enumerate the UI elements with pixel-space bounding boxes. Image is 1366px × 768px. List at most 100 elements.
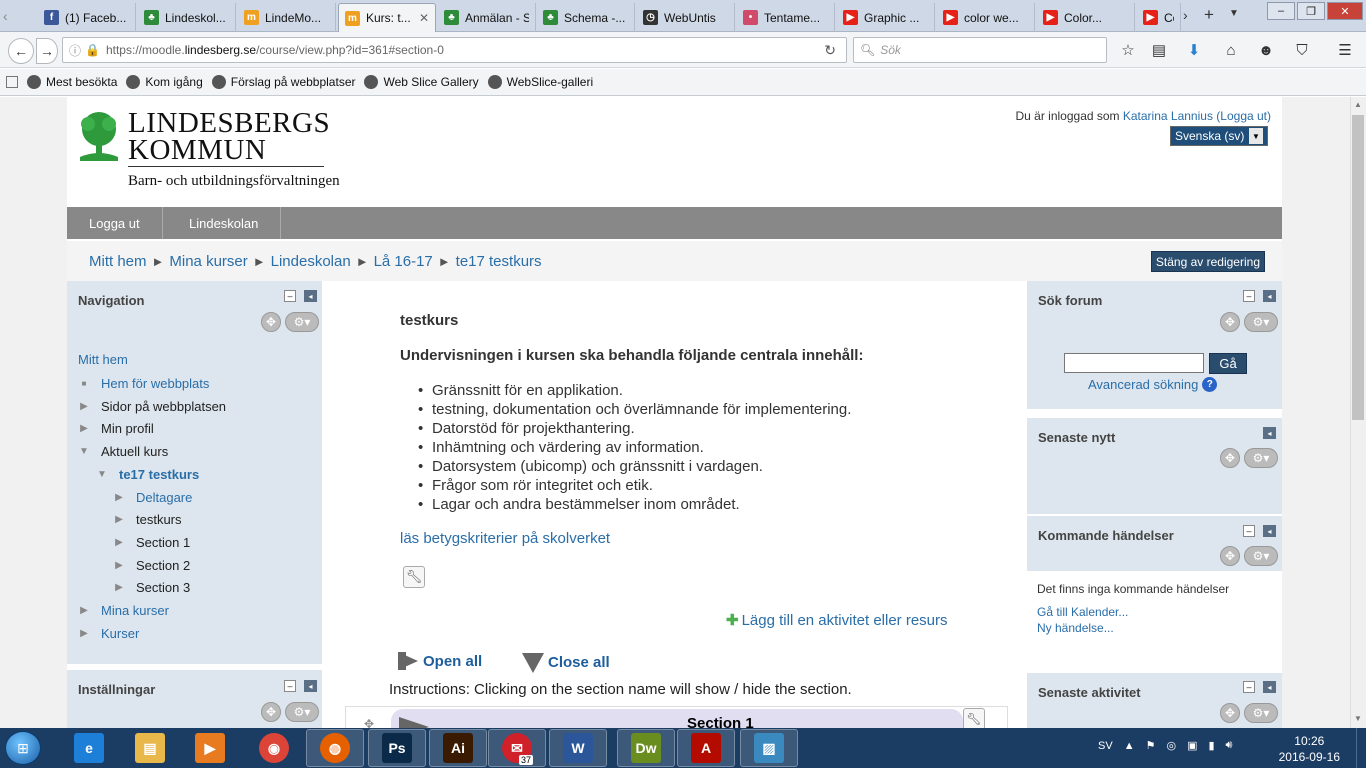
back-button[interactable]: ← — [8, 38, 34, 64]
device-icon[interactable]: ▣ — [1187, 739, 1197, 752]
nav-home-link[interactable]: Mitt hem — [78, 352, 128, 367]
gear-icon[interactable]: ⚙▾ — [285, 702, 319, 722]
move-icon[interactable]: ✥ — [1220, 448, 1240, 468]
nav-item[interactable]: ▼ te17 testkurs — [96, 467, 199, 482]
taskbar-app[interactable]: ▶ — [181, 729, 239, 767]
calendar-link[interactable]: Gå till Kalender... — [1037, 605, 1128, 619]
close-window-button[interactable]: ✕ — [1327, 2, 1363, 20]
taskbar-app[interactable]: ◍ — [306, 729, 364, 767]
nav-item[interactable]: ▶ Section 1 — [113, 535, 190, 550]
new-event-link[interactable]: Ny händelse... — [1037, 621, 1114, 635]
taskbar-app[interactable]: A — [677, 729, 735, 767]
info-icon[interactable]: ⓘ — [69, 42, 81, 59]
help-icon[interactable]: ? — [1202, 377, 1218, 392]
nav-item[interactable]: ▶ Kurser — [78, 626, 139, 641]
taskbar-app[interactable]: Ai — [429, 729, 487, 767]
move-icon[interactable]: ✥ — [261, 312, 281, 332]
nav-item[interactable]: ▶ Section 3 — [113, 580, 190, 595]
breadcrumb-item[interactable]: Lå 16-17 — [374, 253, 433, 270]
tab-11[interactable]: ▶ Co — [1137, 3, 1181, 32]
nav-item[interactable]: ■ Hem för webbplats — [78, 376, 210, 391]
close-tab-icon[interactable]: ✕ — [419, 11, 429, 25]
breadcrumb-item[interactable]: Lindeskolan — [271, 253, 351, 270]
volume-icon[interactable]: 🔊︎ — [1226, 739, 1233, 752]
wrench-icon[interactable]: 🔧︎ — [963, 708, 985, 728]
gear-icon[interactable]: ⚙▾ — [1244, 312, 1278, 332]
signal-icon[interactable]: ▮ — [1208, 739, 1214, 752]
nav-item[interactable]: ▶ Mina kurser — [78, 603, 169, 618]
menu-icon[interactable]: ☰ — [1335, 41, 1355, 59]
dock-icon[interactable]: ◂ — [304, 290, 317, 302]
bookmark-item[interactable]: Förslag på webbplatser — [211, 75, 355, 89]
forward-button[interactable]: → — [36, 38, 58, 64]
bookmark-item[interactable]: Kom igång — [126, 75, 203, 89]
menu-item-logout[interactable]: Logga ut — [67, 207, 163, 239]
advanced-search-link[interactable]: Avancerad sökning? — [1088, 377, 1218, 392]
close-all-button[interactable]: Close all — [521, 651, 610, 673]
emoji-icon[interactable]: ☻ — [1256, 41, 1276, 59]
show-hidden-icons-icon[interactable]: ▲ — [1124, 740, 1135, 752]
tab-6[interactable]: ◷ WebUntis — [637, 3, 735, 32]
breadcrumb-item[interactable]: Mina kurser — [169, 253, 247, 270]
url-bar[interactable]: ⓘ 🔒 https://moodle. lindesberg.se/course/… — [62, 37, 847, 63]
tab-scroll-right-button[interactable]: › — [1183, 7, 1188, 23]
new-tab-button[interactable]: + — [1204, 5, 1214, 25]
grade-criteria-link[interactable]: läs betygskriterier på skolverket — [400, 530, 610, 547]
menu-item-lindeskolan[interactable]: Lindeskolan — [167, 207, 282, 239]
nav-item[interactable]: ▶ Deltagare — [113, 490, 192, 505]
minimize-button[interactable]: – — [1267, 2, 1295, 20]
nav-item[interactable]: ▶ Sidor på webbplatsen — [78, 399, 226, 414]
language-indicator[interactable]: SV — [1098, 740, 1113, 752]
dock-icon[interactable]: ◂ — [1263, 525, 1276, 537]
section-1-toggle[interactable]: Section 1 — [391, 709, 963, 728]
start-button[interactable]: ⊞ — [5, 731, 41, 765]
download-icon[interactable]: ⬇ — [1184, 41, 1204, 59]
taskbar-app[interactable]: ▨ — [740, 729, 798, 767]
move-icon[interactable]: ✥ — [1220, 703, 1240, 723]
show-desktop-button[interactable] — [1356, 728, 1366, 768]
tab-list-icon[interactable]: ▼ — [1229, 8, 1239, 19]
forum-search-input[interactable] — [1064, 353, 1204, 373]
turn-editing-off-button[interactable]: Stäng av redigering — [1150, 251, 1265, 272]
collapse-icon[interactable]: – — [1243, 681, 1255, 693]
dock-icon[interactable]: ◂ — [1263, 681, 1276, 693]
home-icon[interactable]: ⌂ — [1221, 41, 1241, 59]
wrench-icon[interactable]: 🔧︎ — [403, 566, 425, 588]
breadcrumb-item[interactable]: te17 testkurs — [456, 253, 542, 270]
tab-1[interactable]: ♣ Lindeskol... — [138, 3, 236, 32]
taskbar-app[interactable]: Ps — [368, 729, 426, 767]
pocket-icon[interactable]: ⛉ — [1292, 41, 1312, 59]
breadcrumb-item[interactable]: Mitt hem — [89, 253, 147, 270]
maximize-button[interactable]: ❐ — [1297, 2, 1325, 20]
logout-link[interactable]: (Logga ut) — [1216, 109, 1271, 123]
gear-icon[interactable]: ⚙▾ — [285, 312, 319, 332]
clock[interactable]: 10:26 2016-09-16 — [1279, 733, 1340, 765]
tab-8[interactable]: ▶ Graphic ... — [837, 3, 935, 32]
taskbar-app[interactable]: ▤ — [121, 729, 179, 767]
tab-7[interactable]: • Tentame... — [737, 3, 835, 32]
gear-icon[interactable]: ⚙▾ — [1244, 448, 1278, 468]
taskbar-app[interactable]: e — [60, 729, 118, 767]
bookmark-item[interactable]: WebSlice-galleri — [487, 75, 593, 89]
flag-icon[interactable]: ⚑ — [1146, 739, 1156, 752]
nav-item[interactable]: ▶ testkurs — [113, 512, 181, 527]
collapse-icon[interactable]: – — [284, 680, 296, 692]
gear-icon[interactable]: ⚙▾ — [1244, 703, 1278, 723]
taskbar-app[interactable]: ◉ — [245, 729, 303, 767]
tab-4[interactable]: ♣ Anmälan - Sit... — [438, 3, 536, 32]
taskbar-app[interactable]: W — [549, 729, 607, 767]
reload-icon[interactable]: ↻ — [824, 42, 836, 59]
site-logo[interactable]: LINDESBERGS KOMMUN Barn- och utbildnings… — [78, 107, 378, 197]
collapse-icon[interactable]: – — [1243, 290, 1255, 302]
tab-9[interactable]: ▶ color we... — [937, 3, 1035, 32]
gear-icon[interactable]: ⚙▾ — [1244, 546, 1278, 566]
move-icon[interactable]: ✥ — [1220, 312, 1240, 332]
tab-5[interactable]: ♣ Schema -... — [537, 3, 635, 32]
bookmark-item[interactable]: Mest besökta — [27, 75, 117, 89]
tab-0[interactable]: f (1) Faceb... — [38, 3, 136, 32]
bookmark-star-icon[interactable]: ☆ — [1118, 41, 1138, 59]
user-name-link[interactable]: Katarina Lannius — [1123, 109, 1213, 123]
tab-2[interactable]: m LindeMo... — [238, 3, 336, 32]
taskbar-app[interactable]: ✉ 37 — [488, 729, 546, 767]
nav-item[interactable]: ▶ Section 2 — [113, 558, 190, 573]
